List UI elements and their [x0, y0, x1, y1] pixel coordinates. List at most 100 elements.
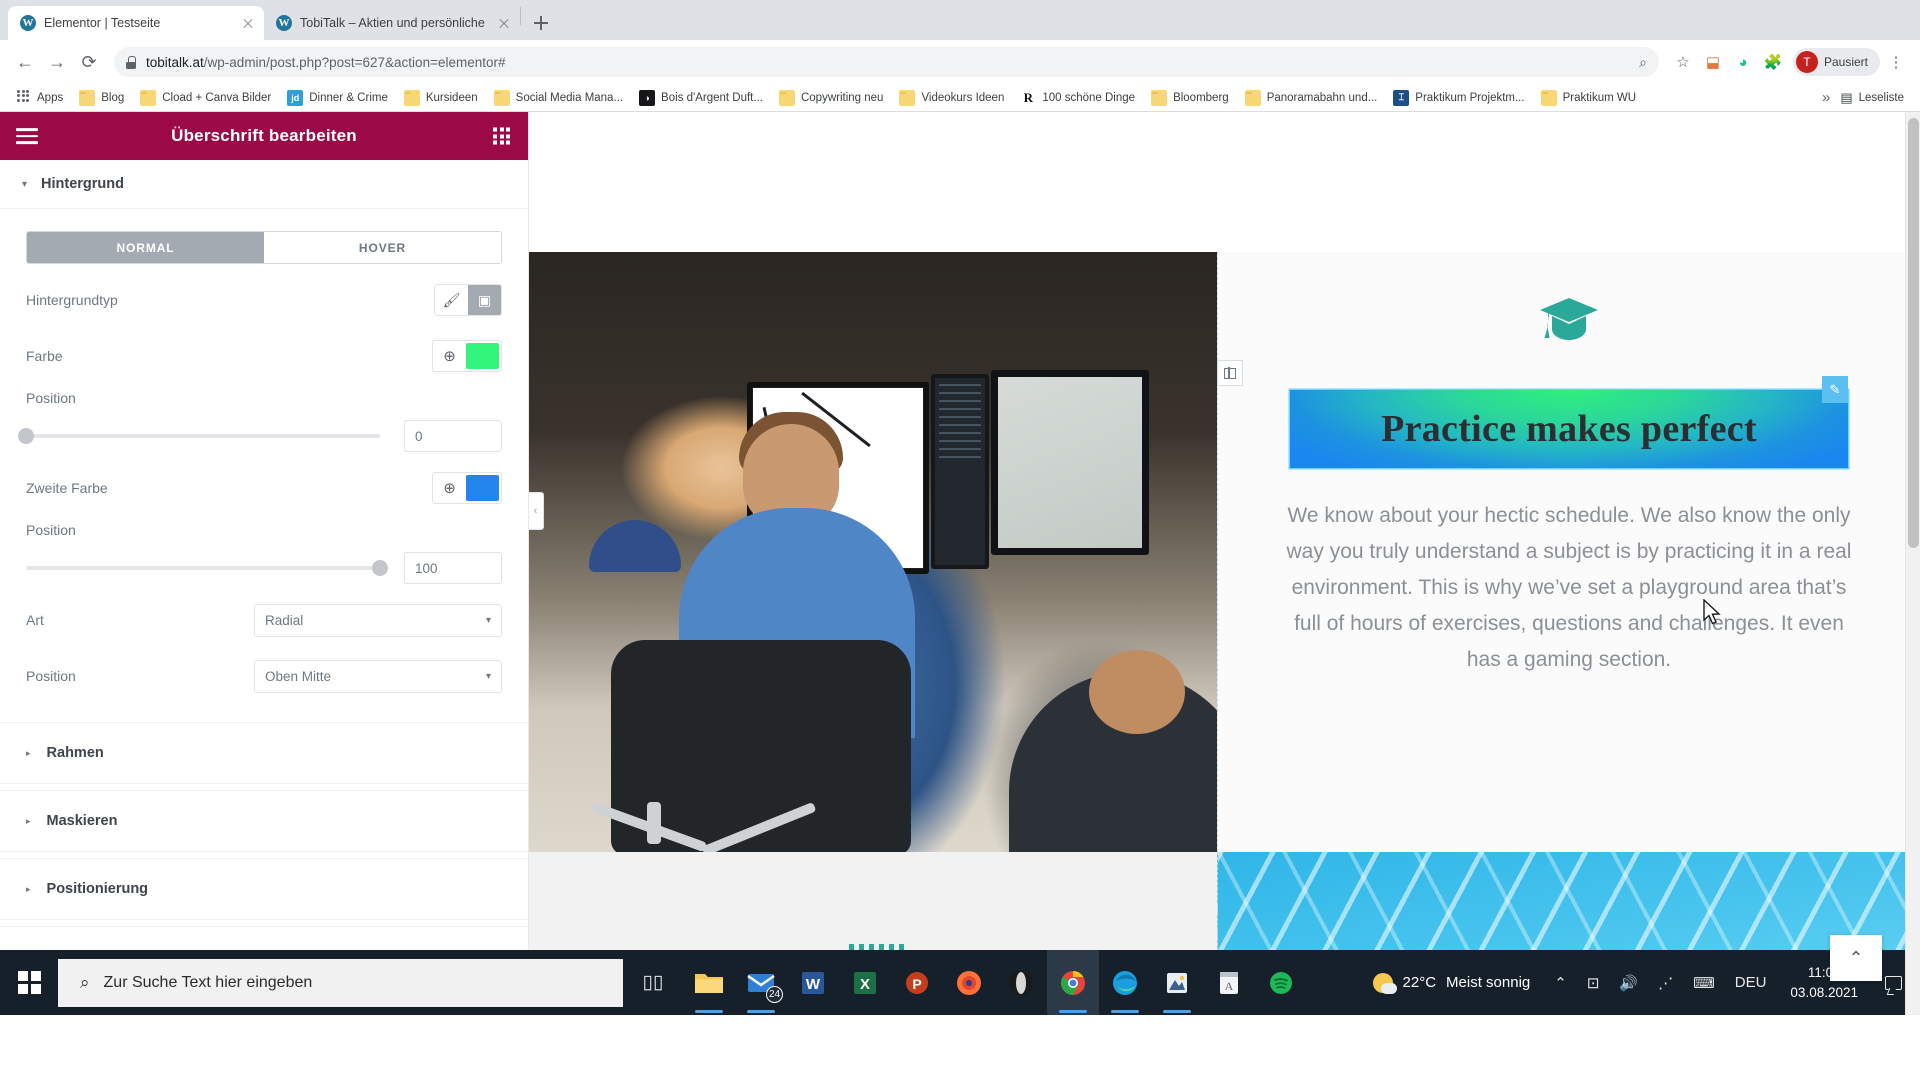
browser-tab-tobitalk[interactable]: W TobiTalk – Aktien und persönliche [264, 6, 520, 40]
color-swatch-primary[interactable] [466, 343, 499, 369]
bookmark-praktikum-projektm[interactable]: ⌶ Praktikum Projektm... [1386, 87, 1531, 109]
chrome-icon[interactable] [1047, 950, 1099, 1015]
browser-tab-elementor[interactable]: W Elementor | Testseite [8, 6, 264, 40]
bookmark-label: Social Media Mana... [515, 91, 624, 104]
color-position-value[interactable]: 0 [404, 420, 502, 452]
close-icon[interactable] [496, 15, 512, 31]
new-tab-button[interactable] [527, 9, 555, 37]
gradient-swatch-icon[interactable]: ▣ [468, 285, 501, 315]
edge-icon[interactable] [1099, 950, 1151, 1015]
accordion-positionierung[interactable]: ▸ Positionierung [0, 858, 528, 920]
gradient-position-select[interactable]: Oben Mitte ▾ [254, 659, 502, 693]
grammarly-icon[interactable]: ◕ [1729, 48, 1757, 76]
second-position-value[interactable]: 100 [404, 552, 502, 584]
canvas-scrollbar[interactable] [1905, 112, 1920, 1015]
panel-body: ▾ Hintergrund NORMAL HOVER Hintergrundty… [0, 160, 528, 968]
folder-icon [140, 89, 157, 106]
bookmark-apps[interactable]: Apps [8, 87, 70, 109]
edit-pencil-icon[interactable]: ✎ [1822, 376, 1848, 403]
windows-start-icon[interactable] [0, 950, 58, 1015]
color-position-slider[interactable] [18, 428, 380, 444]
bookmark-panoramabahn[interactable]: Panoramabahn und... [1238, 87, 1385, 109]
opera-icon[interactable] [995, 950, 1047, 1015]
bookmark-praktikum-wu[interactable]: Praktikum WU [1534, 87, 1643, 109]
bookmark-star-icon[interactable]: ☆ [1669, 48, 1697, 76]
weather-widget[interactable]: 22°C Meist sonnig [1351, 972, 1545, 994]
canvas-text-column[interactable]: Practice makes perfect ✎ We know about y… [1217, 252, 1920, 852]
language-indicator[interactable]: DEU [1725, 950, 1777, 1015]
tab-hover[interactable]: HOVER [264, 232, 501, 263]
section-columns-icon[interactable] [1217, 360, 1243, 386]
back-icon[interactable]: ← [10, 47, 40, 77]
control-color-position: Position [0, 386, 528, 410]
bookmark-videokurs[interactable]: Videokurs Ideen [892, 87, 1011, 109]
keyboard-icon[interactable]: ⌨ [1683, 950, 1725, 1015]
search-zoom-icon[interactable]: ⌕ [1639, 54, 1647, 71]
extensions-puzzle-icon[interactable]: ⬓ [1699, 48, 1727, 76]
bookmark-bois-dargent[interactable]: ◑ Bois d'Argent Duft... [632, 87, 770, 109]
bookmark-copywriting[interactable]: Copywriting neu [772, 87, 890, 109]
accordion-maskieren[interactable]: ▸ Maskieren [0, 790, 528, 852]
canvas-image-column[interactable] [529, 252, 1217, 852]
globe-icon[interactable]: ⊕ [433, 473, 466, 503]
slider-knob[interactable] [372, 560, 388, 576]
chrome-menu-icon[interactable]: ⋮ [1882, 48, 1910, 76]
forward-icon[interactable]: → [42, 47, 72, 77]
volume-icon[interactable]: 🔊 [1609, 950, 1648, 1015]
close-icon[interactable] [240, 15, 256, 31]
bookmark-kursideen[interactable]: Kursideen [397, 87, 485, 109]
gradient-type-select[interactable]: Radial ▾ [254, 603, 502, 637]
file-explorer-icon[interactable] [683, 950, 735, 1015]
bookmark-bloomberg[interactable]: Bloomberg [1144, 87, 1236, 109]
color-picker-secondary[interactable]: ⊕ [432, 472, 502, 504]
firefox-icon[interactable] [943, 950, 995, 1015]
section-header-hintergrund[interactable]: ▾ Hintergrund [0, 160, 528, 209]
accordion-rahmen[interactable]: ▸ Rahmen [0, 722, 528, 784]
tab-strip: W Elementor | Testseite W TobiTalk – Akt… [0, 0, 1920, 40]
scroll-to-top-icon[interactable]: ⌃ [1830, 935, 1882, 981]
acrobat-icon[interactable]: A [1203, 950, 1255, 1015]
second-position-slider[interactable] [26, 560, 388, 576]
word-icon[interactable]: W [787, 950, 839, 1015]
bookmarks-overflow-button[interactable]: » [1814, 89, 1838, 106]
bookmark-dinner-crime[interactable]: jd Dinner & Crime [280, 87, 395, 109]
state-tabs: NORMAL HOVER [26, 231, 502, 264]
collapse-panel-icon[interactable]: ‹ [529, 492, 544, 530]
excel-icon[interactable]: X [839, 950, 891, 1015]
search-input[interactable]: ⌕ Zur Suche Text hier eingeben [58, 958, 623, 1007]
hamburger-icon[interactable] [16, 124, 38, 148]
extensions-icon[interactable]: 🧩 [1759, 48, 1787, 76]
heading-widget[interactable]: Practice makes perfect ✎ [1290, 376, 1848, 468]
bookmark-label: 100 schöne Dinge [1042, 91, 1136, 104]
bookmark-blog[interactable]: Blog [72, 87, 131, 109]
photo-app-icon[interactable] [1151, 950, 1203, 1015]
powerpoint-icon[interactable]: P [891, 950, 943, 1015]
tab-normal[interactable]: NORMAL [27, 232, 264, 263]
widgets-grid-icon[interactable] [493, 127, 510, 145]
bookmark-social-media[interactable]: Social Media Mana... [487, 87, 630, 109]
brush-icon[interactable]: 🖌 [435, 285, 468, 315]
tab-title: TobiTalk – Aktien und persönliche [300, 16, 485, 30]
folder-icon [1244, 89, 1261, 106]
camera-icon[interactable]: ⊡ [1577, 950, 1610, 1015]
profile-chip[interactable]: T Pausiert [1792, 48, 1880, 76]
color-swatch-secondary[interactable] [466, 475, 499, 501]
task-view-icon[interactable]: ▯▯ [623, 971, 683, 994]
bookmark-100-schoene-dinge[interactable]: R 100 schöne Dinge [1013, 87, 1142, 109]
bookmark-label: Bloomberg [1173, 91, 1229, 104]
show-hidden-icons-icon[interactable]: ⌃ [1544, 950, 1577, 1015]
reading-list-button[interactable]: ▤ Leseliste [1840, 90, 1912, 106]
mail-icon[interactable]: 24 [735, 950, 787, 1015]
spotify-icon[interactable] [1255, 950, 1307, 1015]
scrollbar-thumb[interactable] [1908, 118, 1919, 548]
bookmark-cload-canva[interactable]: Cload + Canva Bilder [133, 87, 278, 109]
reload-icon[interactable]: ⟳ [74, 47, 104, 77]
heading-background[interactable]: Practice makes perfect [1290, 390, 1848, 468]
slider-knob[interactable] [18, 428, 34, 444]
color-picker-primary[interactable]: ⊕ [432, 340, 502, 372]
globe-icon[interactable]: ⊕ [433, 341, 466, 371]
bookmark-label: Panoramabahn und... [1266, 91, 1378, 104]
address-bar[interactable]: tobitalk.at/wp-admin/post.php?post=627&a… [114, 47, 1659, 77]
wifi-icon[interactable]: ⋰ [1648, 950, 1683, 1015]
windows-taskbar: ⌕ Zur Suche Text hier eingeben ▯▯ 24 W X… [0, 950, 1920, 1015]
